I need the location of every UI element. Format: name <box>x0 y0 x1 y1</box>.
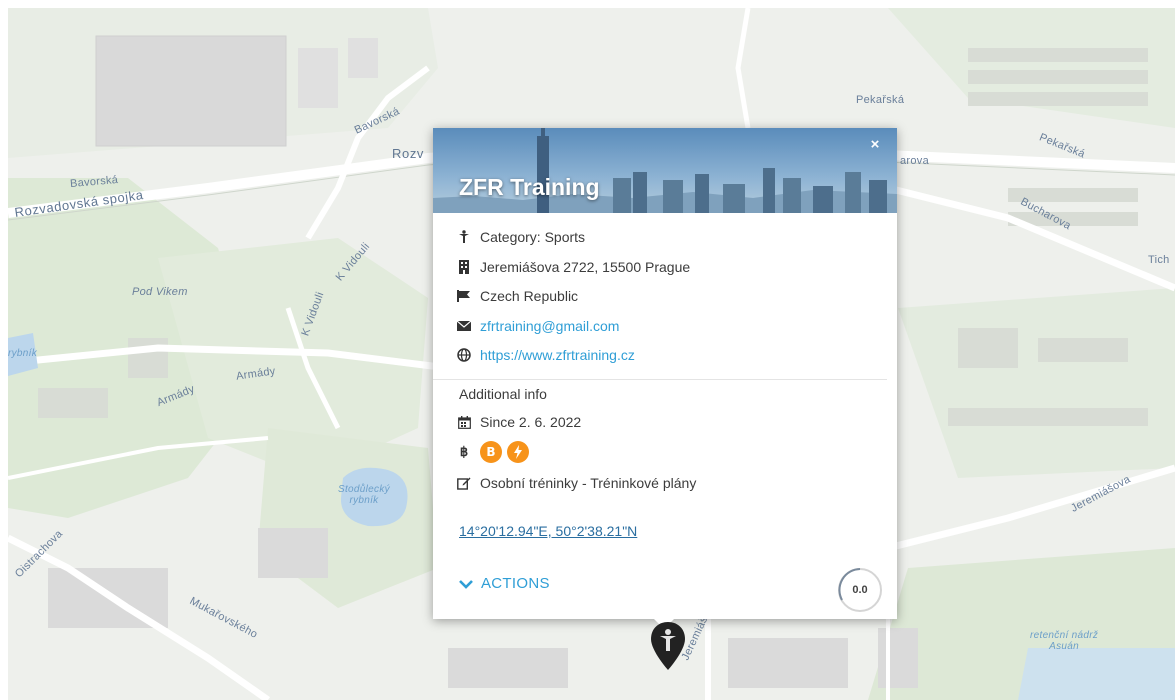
payment-row: ฿ B <box>457 441 534 463</box>
description-text: Osobní tréninky - Tréninkové plány <box>480 475 697 491</box>
category-text: Category: Sports <box>480 229 586 245</box>
description-row: Osobní tréninky - Tréninkové plány <box>457 473 696 493</box>
street-label-tich-partial: Tich <box>1148 254 1170 266</box>
edit-icon <box>457 476 471 490</box>
svg-text:B: B <box>486 445 495 459</box>
since-row: Since 2. 6. 2022 <box>457 412 581 432</box>
coordinates-link[interactable]: 14°20'12.94"E, 50°2'38.21"N <box>459 523 637 539</box>
section-divider <box>433 379 887 380</box>
water-label-stodulecky-line2: rybník <box>349 495 379 506</box>
close-icon[interactable]: × <box>867 136 883 154</box>
street-label-rybnik-left: rybník <box>8 348 38 359</box>
rating-circle: 0.0 <box>836 566 884 614</box>
street-label-rozvadovska-partial: Rozv <box>392 146 425 161</box>
water-label-stodulecky-line1: Stodůlecký <box>338 484 390 495</box>
envelope-icon <box>457 319 471 333</box>
street-label-arova-partial: arova <box>900 155 930 167</box>
actions-toggle[interactable]: ACTIONS <box>459 575 550 592</box>
email-row: zfrtraining@gmail.com <box>457 316 619 336</box>
popup-header: ZFR Training × <box>433 128 897 213</box>
water-label-retencni-line1: retenční nádrž <box>1030 630 1099 641</box>
calendar-icon <box>457 415 471 429</box>
website-row: https://www.zfrtraining.cz <box>457 345 635 365</box>
place-popup: ZFR Training × Category: Sports Jeremiáš… <box>433 128 897 619</box>
street-label-pod-vikem: Pod Vikem <box>132 286 188 298</box>
bitcoin-symbol: ฿ <box>459 444 469 459</box>
chevron-down-icon <box>459 579 473 589</box>
country-text: Czech Republic <box>480 288 579 304</box>
address-row: Jeremiášova 2722, 15500 Prague <box>457 257 690 277</box>
actions-label: ACTIONS <box>481 575 550 592</box>
building-icon <box>457 260 471 274</box>
globe-icon <box>457 348 471 362</box>
additional-info-heading: Additional info <box>459 386 547 402</box>
address-text: Jeremiášova 2722, 15500 Prague <box>480 259 691 275</box>
flag-icon <box>457 289 471 303</box>
email-link[interactable]: zfrtraining@gmail.com <box>480 318 619 334</box>
bitcoin-icon: B <box>480 441 502 463</box>
category-row: Category: Sports <box>457 227 585 247</box>
water-label-retencni: retenční nádrž Asuán <box>1030 630 1098 652</box>
street-label-pekarska-top: Pekařská <box>856 94 905 106</box>
sports-icon <box>457 230 471 244</box>
since-text: Since 2. 6. 2022 <box>480 414 582 430</box>
popup-title: ZFR Training <box>459 174 600 200</box>
lightning-icon <box>507 441 529 463</box>
website-link[interactable]: https://www.zfrtraining.cz <box>480 347 635 363</box>
map-marker-icon[interactable] <box>649 621 687 671</box>
water-label-stodulecky: Stodůlecký rybník <box>338 484 390 506</box>
country-row: Czech Republic <box>457 286 578 306</box>
water-label-retencni-line2: Asuán <box>1049 641 1079 652</box>
rating-value: 0.0 <box>852 584 868 596</box>
